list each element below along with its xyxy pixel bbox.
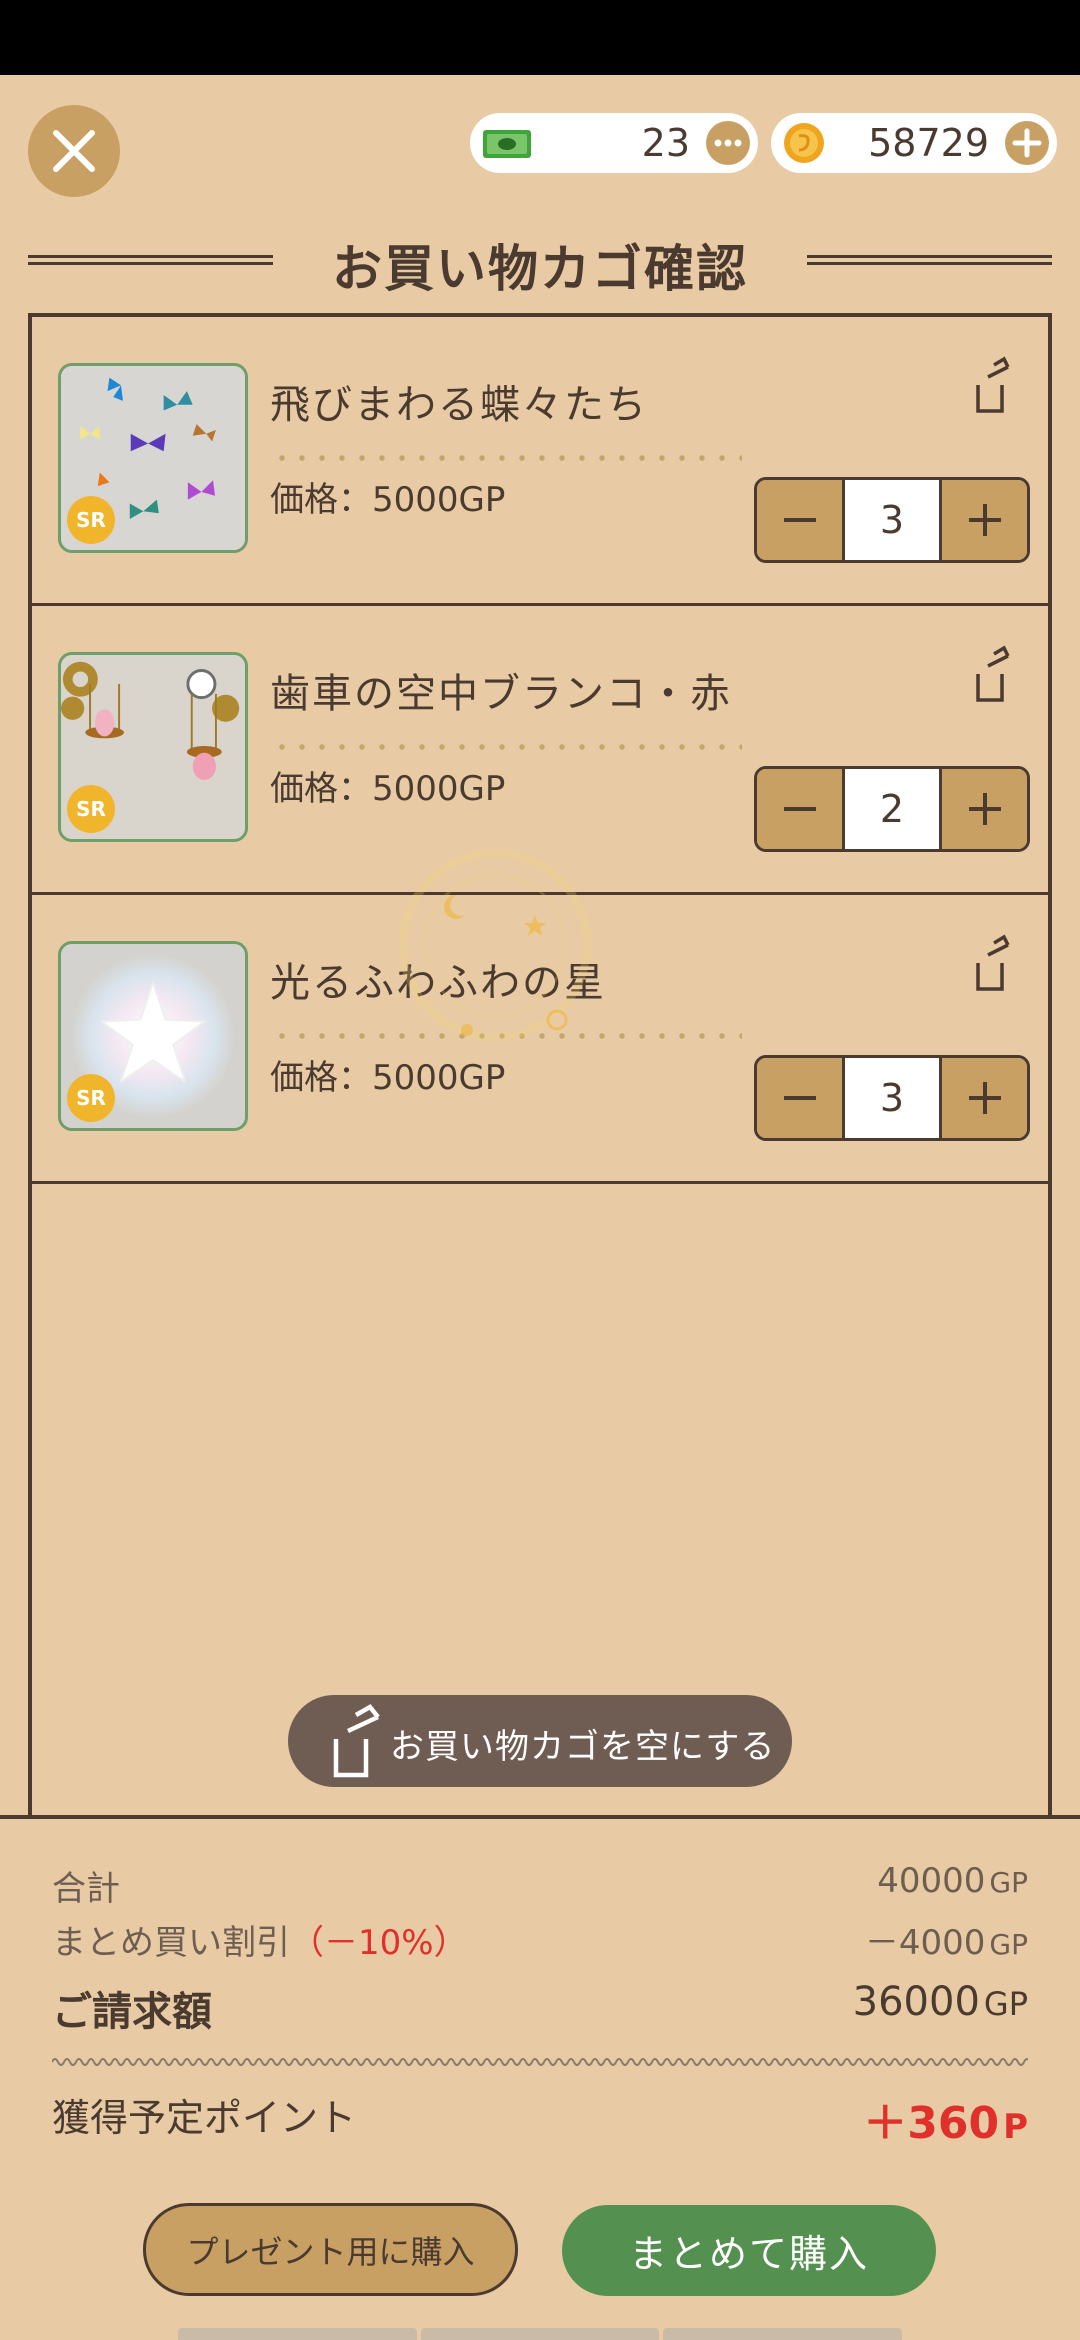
rarity-badge: SR xyxy=(67,496,115,544)
decrement-button[interactable] xyxy=(757,480,842,560)
total-amount: 40000 GP xyxy=(877,1861,1028,1901)
cart-list: SR 飛びまわる蝶々たち 価格：5000GP 3 SR 歯車の空中ブランコ・赤 … xyxy=(28,313,1052,1818)
more-icon xyxy=(714,139,742,147)
bill-label: ご請求額 xyxy=(52,1989,212,2035)
tab-hint-segment xyxy=(420,2328,660,2340)
title-divider-right xyxy=(807,255,1052,265)
bill-amount: 36000 GP xyxy=(853,1979,1028,2025)
item-thumbnail-gear-swing: SR xyxy=(58,652,248,842)
bottom-tab-hint xyxy=(178,2328,903,2340)
item-name: 歯車の空中ブランコ・赤 xyxy=(270,671,732,717)
points-amount: ＋360 P xyxy=(863,2087,1028,2151)
page-title-row: お買い物カゴ確認 xyxy=(28,225,1052,298)
item-thumbnail-butterflies: SR xyxy=(58,363,248,553)
dotted-divider xyxy=(272,744,742,750)
coin-balance: 58729 xyxy=(771,113,1057,173)
total-label: 合計 xyxy=(52,1869,120,1909)
empty-cart-label: お買い物カゴを空にする xyxy=(390,1727,776,1767)
coin-icon xyxy=(784,123,824,163)
quantity-stepper: 2 xyxy=(754,766,1030,852)
plus-icon xyxy=(1012,128,1042,158)
trash-icon[interactable] xyxy=(968,355,1012,415)
quantity-value: 3 xyxy=(842,1058,942,1138)
total-value: 40000 xyxy=(877,1861,986,1901)
ticket-icon xyxy=(483,130,531,158)
increment-button[interactable] xyxy=(942,769,1027,849)
currency-unit: GP xyxy=(989,1928,1028,1961)
wavy-divider xyxy=(52,2058,1028,2066)
empty-cart-button[interactable]: お買い物カゴを空にする xyxy=(288,1695,792,1787)
ticket-balance: 23 xyxy=(470,113,758,173)
item-price: 価格：5000GP xyxy=(270,1058,506,1098)
discount-label: まとめ買い割引 xyxy=(52,1923,290,1963)
cart-item: SR 飛びまわる蝶々たち 価格：5000GP 3 xyxy=(32,317,1048,606)
quantity-stepper: 3 xyxy=(754,477,1030,563)
rarity-badge: SR xyxy=(67,785,115,833)
discount-label-wrap: まとめ買い割引（－10%） xyxy=(52,1915,468,1964)
rarity-badge: SR xyxy=(67,1074,115,1122)
dotted-divider xyxy=(272,455,742,461)
item-price: 価格：5000GP xyxy=(270,769,506,809)
minus-icon xyxy=(783,518,816,522)
status-bar xyxy=(0,0,1080,75)
buy-as-gift-button[interactable]: プレゼント用に購入 xyxy=(143,2203,518,2296)
minus-icon xyxy=(783,1096,816,1100)
quantity-value: 3 xyxy=(842,480,942,560)
decrement-button[interactable] xyxy=(757,1058,842,1138)
coin-count: 58729 xyxy=(868,121,989,165)
currency-unit: GP xyxy=(989,1866,1028,1899)
trash-icon[interactable] xyxy=(968,644,1012,704)
currency-unit: GP xyxy=(983,1985,1028,2023)
close-icon xyxy=(53,130,95,172)
item-thumbnail-glowing-star: SR xyxy=(58,941,248,1131)
tab-hint-segment xyxy=(178,2328,417,2340)
item-price: 価格：5000GP xyxy=(270,480,506,520)
quantity-value: 2 xyxy=(842,769,942,849)
plus-icon xyxy=(968,1082,1001,1114)
minus-icon xyxy=(783,807,816,811)
plus-icon xyxy=(968,504,1001,536)
points-value: ＋360 xyxy=(863,2098,1000,2149)
discount-rate: （－10%） xyxy=(290,1923,468,1963)
decrement-button[interactable] xyxy=(757,769,842,849)
moon-clock-watermark xyxy=(399,849,591,1041)
plus-icon xyxy=(968,793,1001,825)
bill-value: 36000 xyxy=(852,1979,980,2025)
close-button[interactable] xyxy=(28,105,120,197)
discount-value: －4000 xyxy=(864,1923,986,1963)
trash-icon xyxy=(333,1704,380,1778)
points-unit: P xyxy=(1003,2107,1028,2147)
discount-amount: －4000 GP xyxy=(865,1915,1028,1964)
tab-hint-segment xyxy=(663,2328,903,2340)
ticket-more-button[interactable] xyxy=(706,121,750,165)
increment-button[interactable] xyxy=(942,480,1027,560)
trash-icon[interactable] xyxy=(968,933,1012,993)
item-name: 飛びまわる蝶々たち xyxy=(270,382,648,428)
page-title: お買い物カゴ確認 xyxy=(332,240,748,298)
points-label: 獲得予定ポイント xyxy=(52,2096,357,2140)
quantity-stepper: 3 xyxy=(754,1055,1030,1141)
ticket-count: 23 xyxy=(641,121,690,165)
coin-add-button[interactable] xyxy=(1005,121,1049,165)
increment-button[interactable] xyxy=(942,1058,1027,1138)
buy-all-button[interactable]: まとめて購入 xyxy=(562,2205,936,2296)
